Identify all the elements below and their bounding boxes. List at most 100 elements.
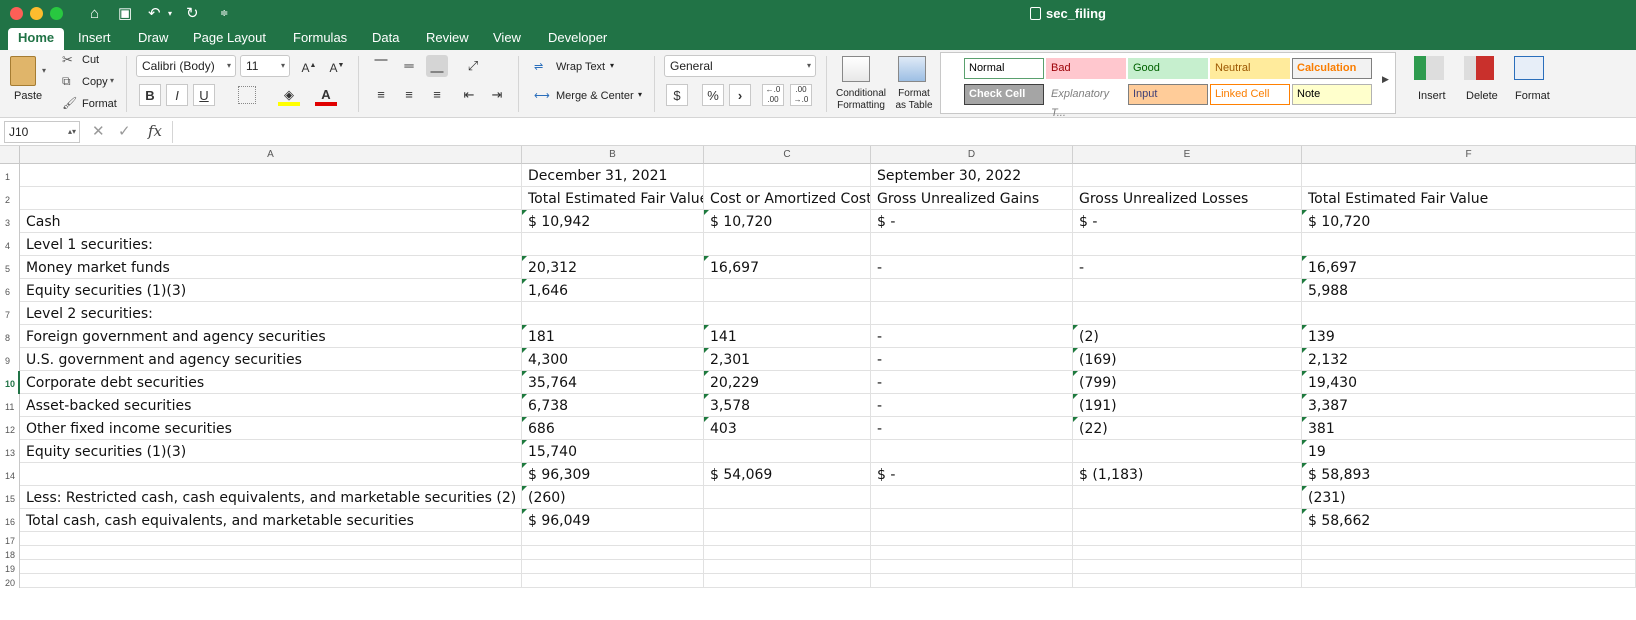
cell-b3[interactable]: $ 10,942 — [522, 210, 704, 233]
cell-d18[interactable] — [871, 546, 1073, 560]
style-good[interactable]: Good — [1128, 58, 1208, 79]
style-linked-cell[interactable]: Linked Cell — [1210, 84, 1290, 105]
cell-a16[interactable]: Total cash, cash equivalents, and market… — [20, 509, 522, 532]
cell-e18[interactable] — [1073, 546, 1302, 560]
cell-c11[interactable]: 3,578 — [704, 394, 871, 417]
format-as-table-icon[interactable] — [898, 56, 926, 82]
cell-d4[interactable] — [871, 233, 1073, 256]
cancel-icon[interactable]: ✕ — [92, 122, 105, 140]
style-note[interactable]: Note — [1292, 84, 1372, 105]
row-header-16[interactable]: 16 — [0, 509, 20, 532]
cell-a2[interactable] — [20, 187, 522, 210]
cell-a13[interactable]: Equity securities (1)(3) — [20, 440, 522, 463]
cell-a4[interactable]: Level 1 securities: — [20, 233, 522, 256]
cell-a10[interactable]: Corporate debt securities — [20, 371, 522, 394]
column-header-b[interactable]: B — [522, 146, 704, 164]
cell-e15[interactable] — [1073, 486, 1302, 509]
increase-indent-icon[interactable]: ⇥ — [486, 84, 508, 106]
paste-dropdown-icon[interactable]: ▾ — [42, 66, 46, 75]
row-header-4[interactable]: 4 — [0, 233, 20, 256]
cell-a11[interactable]: Asset-backed securities — [20, 394, 522, 417]
cell-a1[interactable] — [20, 164, 522, 187]
cell-c10[interactable]: 20,229 — [704, 371, 871, 394]
copy-button[interactable]: Copy — [82, 76, 108, 88]
cell-d7[interactable] — [871, 302, 1073, 325]
align-middle-icon[interactable]: ═ — [398, 55, 420, 77]
cell-b12[interactable]: 686 — [522, 417, 704, 440]
cell-d20[interactable] — [871, 574, 1073, 588]
row-header-8[interactable]: 8 — [0, 325, 20, 348]
format-cells-button[interactable]: Format — [1515, 90, 1550, 102]
percent-format-icon[interactable]: % — [702, 84, 724, 106]
cell-a7[interactable]: Level 2 securities: — [20, 302, 522, 325]
cell-b18[interactable] — [522, 546, 704, 560]
align-right-icon[interactable]: ≡ — [426, 84, 448, 106]
cell-b13[interactable]: 15,740 — [522, 440, 704, 463]
cell-b6[interactable]: 1,646 — [522, 279, 704, 302]
insert-function-icon[interactable]: fx — [148, 122, 162, 140]
cell-e3[interactable]: $ - — [1073, 210, 1302, 233]
name-box-stepper-icon[interactable]: ▴▾ — [68, 122, 76, 142]
cell-b15[interactable]: (260) — [522, 486, 704, 509]
cell-f13[interactable]: 19 — [1302, 440, 1636, 463]
cell-e8[interactable]: (2) — [1073, 325, 1302, 348]
row-header-17[interactable]: 17 — [0, 532, 20, 546]
tab-view[interactable]: View — [483, 28, 531, 50]
row-header-9[interactable]: 9 — [0, 348, 20, 371]
cell-f14[interactable]: $ 58,893 — [1302, 463, 1636, 486]
column-header-e[interactable]: E — [1073, 146, 1302, 164]
cell-a20[interactable] — [20, 574, 522, 588]
cell-f19[interactable] — [1302, 560, 1636, 574]
cell-e6[interactable] — [1073, 279, 1302, 302]
formula-input[interactable] — [172, 121, 1632, 143]
font-name-select[interactable]: Calibri (Body) ▾ — [136, 55, 236, 77]
cell-b11[interactable]: 6,738 — [522, 394, 704, 417]
borders-icon[interactable] — [238, 86, 256, 104]
row-header-1[interactable]: 1 — [0, 164, 20, 187]
row-header-20[interactable]: 20 — [0, 574, 20, 588]
cell-f18[interactable] — [1302, 546, 1636, 560]
cell-b14[interactable]: $ 96,309 — [522, 463, 704, 486]
style-bad[interactable]: Bad — [1046, 58, 1126, 79]
row-header-5[interactable]: 5 — [0, 256, 20, 279]
select-all-corner[interactable] — [0, 146, 20, 164]
conditional-formatting-icon[interactable] — [842, 56, 870, 82]
confirm-icon[interactable]: ✓ — [118, 122, 131, 140]
cut-icon[interactable]: ✂ — [62, 52, 73, 68]
cell-a9[interactable]: U.S. government and agency securities — [20, 348, 522, 371]
cell-c12[interactable]: 403 — [704, 417, 871, 440]
tab-draw[interactable]: Draw — [128, 28, 178, 50]
row-header-6[interactable]: 6 — [0, 279, 20, 302]
cell-d2[interactable]: Gross Unrealized Gains — [871, 187, 1073, 210]
cell-b19[interactable] — [522, 560, 704, 574]
cell-e1[interactable] — [1073, 164, 1302, 187]
cell-d3[interactable]: $ - — [871, 210, 1073, 233]
delete-cells-icon[interactable] — [1464, 56, 1494, 80]
column-header-a[interactable]: A — [20, 146, 522, 164]
delete-cells-button[interactable]: Delete — [1466, 90, 1498, 102]
home-icon[interactable]: ⌂ — [90, 4, 99, 24]
cell-c9[interactable]: 2,301 — [704, 348, 871, 371]
cell-f10[interactable]: 19,430 — [1302, 371, 1636, 394]
comma-style-icon[interactable]: › — [729, 84, 751, 106]
cell-f15[interactable]: (231) — [1302, 486, 1636, 509]
cell-a6[interactable]: Equity securities (1)(3) — [20, 279, 522, 302]
column-header-d[interactable]: D — [871, 146, 1073, 164]
cell-c3[interactable]: $ 10,720 — [704, 210, 871, 233]
copy-icon[interactable]: ⧉ — [62, 74, 71, 89]
copy-dropdown-icon[interactable]: ▾ — [110, 76, 114, 85]
cell-d19[interactable] — [871, 560, 1073, 574]
cell-c17[interactable] — [704, 532, 871, 546]
cell-b17[interactable] — [522, 532, 704, 546]
cell-e9[interactable]: (169) — [1073, 348, 1302, 371]
decrease-indent-icon[interactable]: ⇤ — [458, 84, 480, 106]
cell-a8[interactable]: Foreign government and agency securities — [20, 325, 522, 348]
conditional-formatting-button[interactable]: Conditional Formatting — [834, 88, 888, 112]
row-header-2[interactable]: 2 — [0, 187, 20, 210]
underline-icon[interactable]: U — [193, 84, 215, 106]
cell-f1[interactable] — [1302, 164, 1636, 187]
cell-a14[interactable] — [20, 463, 522, 486]
orientation-icon[interactable]: ⤢ — [462, 55, 484, 77]
wrap-text-dropdown-icon[interactable]: ▾ — [610, 61, 614, 70]
cell-e7[interactable] — [1073, 302, 1302, 325]
